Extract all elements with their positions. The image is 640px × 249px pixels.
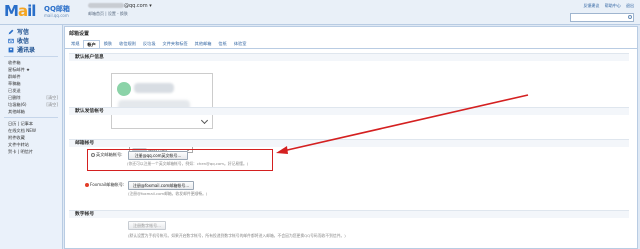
annotation-arrow	[276, 94, 529, 154]
